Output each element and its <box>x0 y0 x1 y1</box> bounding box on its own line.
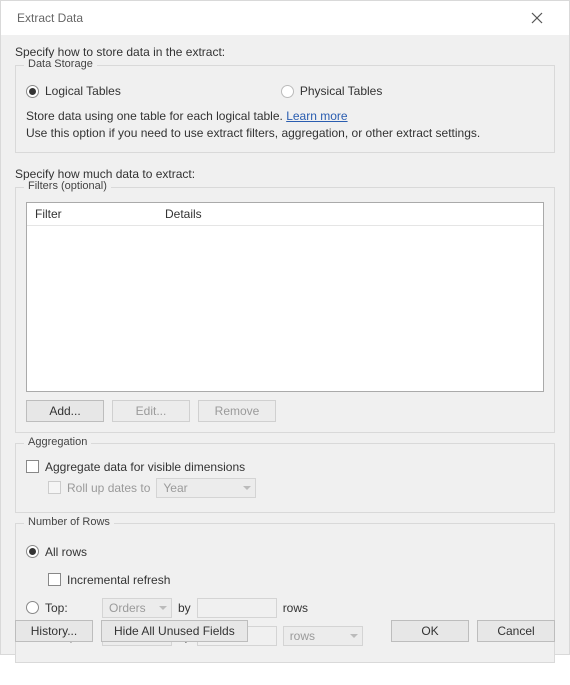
close-button[interactable] <box>517 3 557 33</box>
history-button[interactable]: History... <box>15 620 93 642</box>
dialog-body: Specify how to store data in the extract… <box>1 35 569 685</box>
checkbox-icon <box>48 573 61 586</box>
aggregate-label: Aggregate data for visible dimensions <box>45 460 245 474</box>
top-by-label: by <box>178 601 191 615</box>
aggregate-checkbox[interactable]: Aggregate data for visible dimensions <box>26 460 245 474</box>
learn-more-link[interactable]: Learn more <box>286 109 347 123</box>
close-icon <box>531 12 543 24</box>
storage-help: Store data using one table for each logi… <box>26 108 544 142</box>
physical-tables-radio[interactable]: Physical Tables <box>281 84 383 98</box>
physical-tables-label: Physical Tables <box>300 84 383 98</box>
top-source-dropdown: Orders <box>102 598 172 618</box>
chevron-down-icon <box>243 486 251 490</box>
ok-button[interactable]: OK <box>391 620 469 642</box>
incremental-refresh-checkbox[interactable]: Incremental refresh <box>48 573 170 587</box>
edit-filter-button: Edit... <box>112 400 190 422</box>
data-storage-group: Data Storage Logical Tables Physical Tab… <box>15 65 555 153</box>
rollup-unit-dropdown: Year <box>156 478 256 498</box>
filters-group: Filters (optional) Filter Details Add...… <box>15 187 555 433</box>
radio-icon <box>26 85 39 98</box>
dialog-title: Extract Data <box>17 11 83 25</box>
filter-col-header: Filter <box>35 207 165 221</box>
aggregation-group: Aggregation Aggregate data for visible d… <box>15 443 555 513</box>
logical-tables-label: Logical Tables <box>45 84 121 98</box>
add-filter-button[interactable]: Add... <box>26 400 104 422</box>
radio-icon <box>281 85 294 98</box>
top-source-value: Orders <box>109 601 146 615</box>
chevron-down-icon <box>159 606 167 610</box>
rollup-label: Roll up dates to <box>67 481 150 495</box>
extract-data-dialog: Extract Data Specify how to store data i… <box>0 0 570 655</box>
top-label: Top: <box>45 601 68 615</box>
radio-icon <box>26 601 39 614</box>
titlebar: Extract Data <box>1 1 569 35</box>
top-rows-label: rows <box>283 601 308 615</box>
radio-icon <box>26 545 39 558</box>
dialog-footer: History... Hide All Unused Fields OK Can… <box>15 620 555 642</box>
all-rows-radio[interactable]: All rows <box>26 545 87 559</box>
logical-tables-radio[interactable]: Logical Tables <box>26 84 121 98</box>
filters-legend: Filters (optional) <box>24 180 111 192</box>
incremental-refresh-label: Incremental refresh <box>67 573 170 587</box>
rollup-unit-value: Year <box>163 481 187 495</box>
aggregation-legend: Aggregation <box>24 436 91 448</box>
hide-unused-fields-button[interactable]: Hide All Unused Fields <box>101 620 248 642</box>
extract-label: Specify how much data to extract: <box>15 167 555 181</box>
top-radio[interactable]: Top: <box>26 601 96 615</box>
data-storage-legend: Data Storage <box>24 58 97 70</box>
storage-help-line1: Store data using one table for each logi… <box>26 109 286 123</box>
storage-help-line2: Use this option if you need to use extra… <box>26 126 480 140</box>
filters-list[interactable]: Filter Details <box>26 202 544 392</box>
all-rows-label: All rows <box>45 545 87 559</box>
filter-buttons: Add... Edit... Remove <box>26 400 544 422</box>
filters-header: Filter Details <box>27 203 543 226</box>
details-col-header: Details <box>165 207 202 221</box>
rows-legend: Number of Rows <box>24 516 114 528</box>
checkbox-icon <box>48 481 61 494</box>
top-count-input <box>197 598 277 618</box>
remove-filter-button: Remove <box>198 400 276 422</box>
storage-radio-row: Logical Tables Physical Tables <box>26 80 544 108</box>
checkbox-icon <box>26 460 39 473</box>
store-label: Specify how to store data in the extract… <box>15 45 555 59</box>
rollup-checkbox: Roll up dates to <box>48 481 150 495</box>
cancel-button[interactable]: Cancel <box>477 620 555 642</box>
